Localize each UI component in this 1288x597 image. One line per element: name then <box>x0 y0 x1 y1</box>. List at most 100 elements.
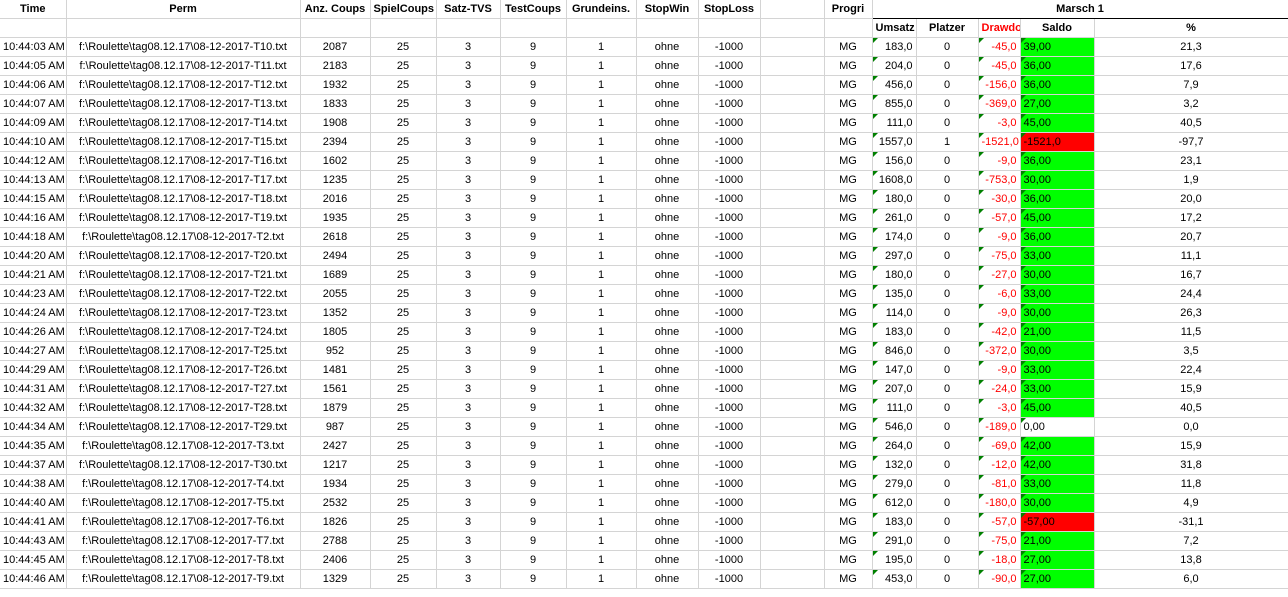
cell-satz-tvs[interactable]: 3 <box>436 94 501 114</box>
cell-platzer[interactable]: 0 <box>916 550 979 570</box>
cell-empty[interactable] <box>760 436 825 456</box>
cell-perm[interactable]: f:\Roulette\tag08.12.17\08-12-2017-T3.tx… <box>66 436 301 456</box>
cell-drawdown[interactable]: -180,0 <box>978 493 1021 513</box>
cell-spielcoups[interactable]: 25 <box>370 132 437 152</box>
cell-time[interactable]: 10:44:09 AM <box>0 113 67 133</box>
cell-time[interactable]: 10:44:15 AM <box>0 189 67 209</box>
cell-grundeins[interactable]: 1 <box>566 37 637 57</box>
cell-spielcoups[interactable]: 25 <box>370 265 437 285</box>
cell-empty[interactable] <box>760 322 825 342</box>
cell-time[interactable]: 10:44:40 AM <box>0 493 67 513</box>
cell-drawdown[interactable]: -24,0 <box>978 379 1021 399</box>
cell-empty[interactable] <box>760 569 825 589</box>
cell-testcoups[interactable]: 9 <box>500 398 567 418</box>
cell-umsatz[interactable]: 207,0 <box>872 379 917 399</box>
cell-testcoups[interactable]: 9 <box>500 208 567 228</box>
cell-perm[interactable]: f:\Roulette\tag08.12.17\08-12-2017-T19.t… <box>66 208 301 228</box>
cell-satz-tvs[interactable]: 3 <box>436 151 501 171</box>
cell-empty[interactable] <box>760 474 825 494</box>
cell-umsatz[interactable]: 855,0 <box>872 94 917 114</box>
cell-platzer[interactable]: 0 <box>916 455 979 475</box>
cell-stoploss[interactable]: -1000 <box>698 170 761 190</box>
cell-perm[interactable]: f:\Roulette\tag08.12.17\08-12-2017-T9.tx… <box>66 569 301 589</box>
cell-anz-coups[interactable]: 1561 <box>300 379 371 399</box>
cell-stopwin[interactable]: ohne <box>636 379 699 399</box>
cell-percent[interactable]: 31,8 <box>1094 455 1288 475</box>
subheader-empty[interactable] <box>636 18 699 38</box>
cell-time[interactable]: 10:44:24 AM <box>0 303 67 323</box>
cell-platzer[interactable]: 0 <box>916 360 979 380</box>
cell-spielcoups[interactable]: 25 <box>370 284 437 304</box>
cell-anz-coups[interactable]: 2055 <box>300 284 371 304</box>
cell-satz-tvs[interactable]: 3 <box>436 550 501 570</box>
cell-satz-tvs[interactable]: 3 <box>436 265 501 285</box>
cell-empty[interactable] <box>760 512 825 532</box>
cell-grundeins[interactable]: 1 <box>566 493 637 513</box>
cell-spielcoups[interactable]: 25 <box>370 56 437 76</box>
cell-stopwin[interactable]: ohne <box>636 493 699 513</box>
cell-anz-coups[interactable]: 2406 <box>300 550 371 570</box>
cell-satz-tvs[interactable]: 3 <box>436 322 501 342</box>
cell-anz-coups[interactable]: 1935 <box>300 208 371 228</box>
cell-time[interactable]: 10:44:26 AM <box>0 322 67 342</box>
cell-saldo[interactable]: 33,00 <box>1020 284 1095 304</box>
cell-saldo[interactable]: 42,00 <box>1020 455 1095 475</box>
cell-time[interactable]: 10:44:32 AM <box>0 398 67 418</box>
cell-platzer[interactable]: 0 <box>916 170 979 190</box>
cell-time[interactable]: 10:44:03 AM <box>0 37 67 57</box>
subheader-platzer[interactable]: Platzer <box>916 18 979 38</box>
cell-platzer[interactable]: 0 <box>916 37 979 57</box>
cell-platzer[interactable]: 0 <box>916 208 979 228</box>
cell-drawdown[interactable]: -57,0 <box>978 208 1021 228</box>
cell-progri[interactable]: MG <box>824 227 873 247</box>
cell-stopwin[interactable]: ohne <box>636 417 699 437</box>
cell-satz-tvs[interactable]: 3 <box>436 227 501 247</box>
cell-umsatz[interactable]: 297,0 <box>872 246 917 266</box>
cell-anz-coups[interactable]: 1352 <box>300 303 371 323</box>
cell-empty[interactable] <box>760 227 825 247</box>
cell-percent[interactable]: 15,9 <box>1094 436 1288 456</box>
cell-drawdown[interactable]: -81,0 <box>978 474 1021 494</box>
cell-perm[interactable]: f:\Roulette\tag08.12.17\08-12-2017-T28.t… <box>66 398 301 418</box>
cell-stopwin[interactable]: ohne <box>636 474 699 494</box>
cell-stoploss[interactable]: -1000 <box>698 37 761 57</box>
cell-umsatz[interactable]: 195,0 <box>872 550 917 570</box>
cell-empty[interactable] <box>760 94 825 114</box>
cell-progri[interactable]: MG <box>824 493 873 513</box>
cell-progri[interactable]: MG <box>824 569 873 589</box>
cell-drawdown[interactable]: -753,0 <box>978 170 1021 190</box>
cell-stoploss[interactable]: -1000 <box>698 436 761 456</box>
cell-stoploss[interactable]: -1000 <box>698 208 761 228</box>
cell-platzer[interactable]: 0 <box>916 113 979 133</box>
cell-stopwin[interactable]: ohne <box>636 75 699 95</box>
cell-percent[interactable]: 3,5 <box>1094 341 1288 361</box>
cell-spielcoups[interactable]: 25 <box>370 417 437 437</box>
cell-satz-tvs[interactable]: 3 <box>436 132 501 152</box>
cell-grundeins[interactable]: 1 <box>566 569 637 589</box>
cell-drawdown[interactable]: -75,0 <box>978 531 1021 551</box>
cell-platzer[interactable]: 0 <box>916 227 979 247</box>
cell-satz-tvs[interactable]: 3 <box>436 417 501 437</box>
cell-anz-coups[interactable]: 1217 <box>300 455 371 475</box>
cell-drawdown[interactable]: -75,0 <box>978 246 1021 266</box>
cell-spielcoups[interactable]: 25 <box>370 322 437 342</box>
cell-stopwin[interactable]: ohne <box>636 151 699 171</box>
cell-drawdown[interactable]: -57,0 <box>978 512 1021 532</box>
cell-satz-tvs[interactable]: 3 <box>436 303 501 323</box>
cell-progri[interactable]: MG <box>824 512 873 532</box>
cell-satz-tvs[interactable]: 3 <box>436 284 501 304</box>
cell-percent[interactable]: 6,0 <box>1094 569 1288 589</box>
cell-anz-coups[interactable]: 2532 <box>300 493 371 513</box>
cell-grundeins[interactable]: 1 <box>566 474 637 494</box>
cell-anz-coups[interactable]: 1235 <box>300 170 371 190</box>
cell-grundeins[interactable]: 1 <box>566 303 637 323</box>
cell-umsatz[interactable]: 147,0 <box>872 360 917 380</box>
cell-anz-coups[interactable]: 1805 <box>300 322 371 342</box>
cell-testcoups[interactable]: 9 <box>500 341 567 361</box>
cell-umsatz[interactable]: 180,0 <box>872 189 917 209</box>
cell-umsatz[interactable]: 546,0 <box>872 417 917 437</box>
cell-platzer[interactable]: 0 <box>916 265 979 285</box>
cell-spielcoups[interactable]: 25 <box>370 493 437 513</box>
cell-testcoups[interactable]: 9 <box>500 56 567 76</box>
cell-saldo[interactable]: 33,00 <box>1020 474 1095 494</box>
